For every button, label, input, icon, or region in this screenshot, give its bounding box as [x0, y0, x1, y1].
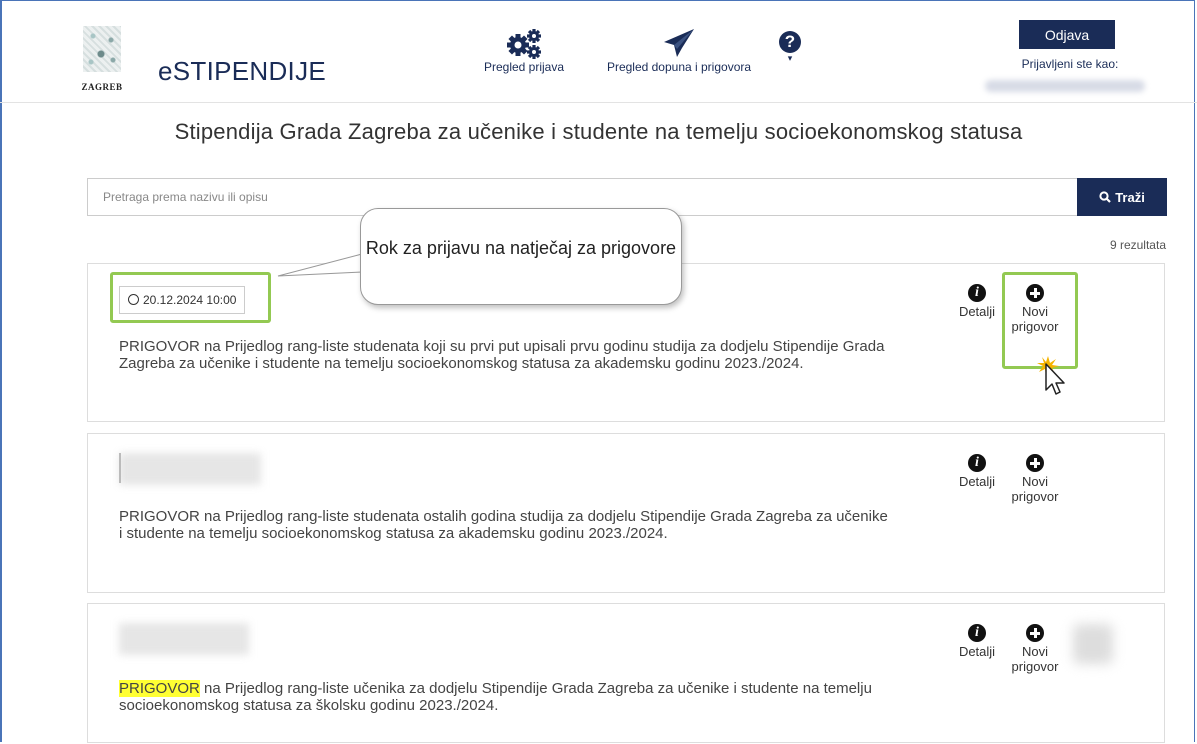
logged-in-label: Prijavljeni ste kao:	[1021, 57, 1119, 71]
result-card: PRIGOVOR na Prijedlog rang-liste učenika…	[87, 603, 1165, 743]
nav-supplements-label: Pregled dopuna i prigovora	[606, 60, 752, 74]
card-description: PRIGOVOR na Prijedlog rang-liste studena…	[119, 508, 888, 542]
caret-down-icon: ▾	[787, 53, 793, 63]
question-circle-icon: ?	[779, 31, 801, 53]
card-description: PRIGOVOR na Prijedlog rang-liste učenika…	[119, 680, 889, 714]
new-objection-label: Novi prigovor	[1011, 644, 1059, 674]
card-description: PRIGOVOR na Prijedlog rang-liste studena…	[119, 338, 885, 372]
nav-supplements[interactable]: Pregled dopuna i prigovora	[594, 26, 764, 74]
new-objection-button[interactable]: Novi prigovor	[1005, 624, 1065, 674]
plus-circle-icon	[1026, 454, 1044, 472]
details-button[interactable]: i Detalji	[952, 454, 1002, 489]
details-label: Detalji	[958, 644, 996, 659]
details-button[interactable]: i Detalji	[952, 624, 1002, 659]
plus-circle-icon	[1026, 624, 1044, 642]
info-icon: i	[968, 454, 986, 472]
deadline-badge-blurred	[119, 453, 261, 485]
details-label: Detalji	[958, 474, 996, 489]
paper-plane-icon	[664, 29, 694, 57]
new-objection-button[interactable]: Novi prigovor	[1005, 454, 1065, 504]
header: ZAGREB eSTIPENDIJE Pregled prijava Pregl…	[0, 0, 1197, 103]
highlighted-keyword: PRIGOVOR	[119, 680, 200, 697]
results-count: 9 rezultata	[1109, 238, 1166, 252]
logged-in-user-blurred	[985, 80, 1145, 92]
logo-text: ZAGREB	[81, 82, 123, 92]
new-objection-label: Novi prigovor	[1011, 474, 1059, 504]
logout-button[interactable]: Odjava	[1019, 20, 1115, 49]
page-title: Stipendija Grada Zagreba za učenike i st…	[174, 119, 1023, 144]
nav-help-dropdown[interactable]: ? ▾	[770, 26, 810, 64]
result-card: PRIGOVOR na Prijedlog rang-liste studena…	[87, 433, 1165, 593]
zagreb-logo-image	[83, 26, 121, 72]
nav-overview[interactable]: Pregled prijava	[474, 26, 574, 74]
description-rest: na Prijedlog rang-liste učenika za dodje…	[119, 680, 872, 714]
nav-overview-label: Pregled prijava	[483, 60, 565, 74]
gears-icon	[507, 29, 541, 59]
app-title[interactable]: eSTIPENDIJE	[158, 56, 326, 87]
info-icon: i	[968, 624, 986, 642]
new-objection-highlight	[1002, 272, 1078, 369]
deadline-badge-blurred	[119, 623, 249, 655]
details-label: Detalji	[958, 304, 996, 319]
search-button-label: Traži	[1115, 189, 1145, 205]
info-icon: i	[968, 284, 986, 302]
details-button[interactable]: i Detalji	[952, 284, 1002, 319]
zagreb-logo[interactable]: ZAGREB	[80, 26, 124, 92]
badge-edge	[119, 453, 121, 483]
deadline-highlight	[110, 272, 271, 323]
blurred-action	[1073, 624, 1113, 664]
search-icon	[1099, 190, 1111, 203]
mouse-cursor-icon	[1037, 356, 1065, 395]
search-button[interactable]: Traži	[1077, 178, 1167, 216]
callout-bubble: Rok za prijavu na natječaj za prigovore	[360, 208, 682, 305]
